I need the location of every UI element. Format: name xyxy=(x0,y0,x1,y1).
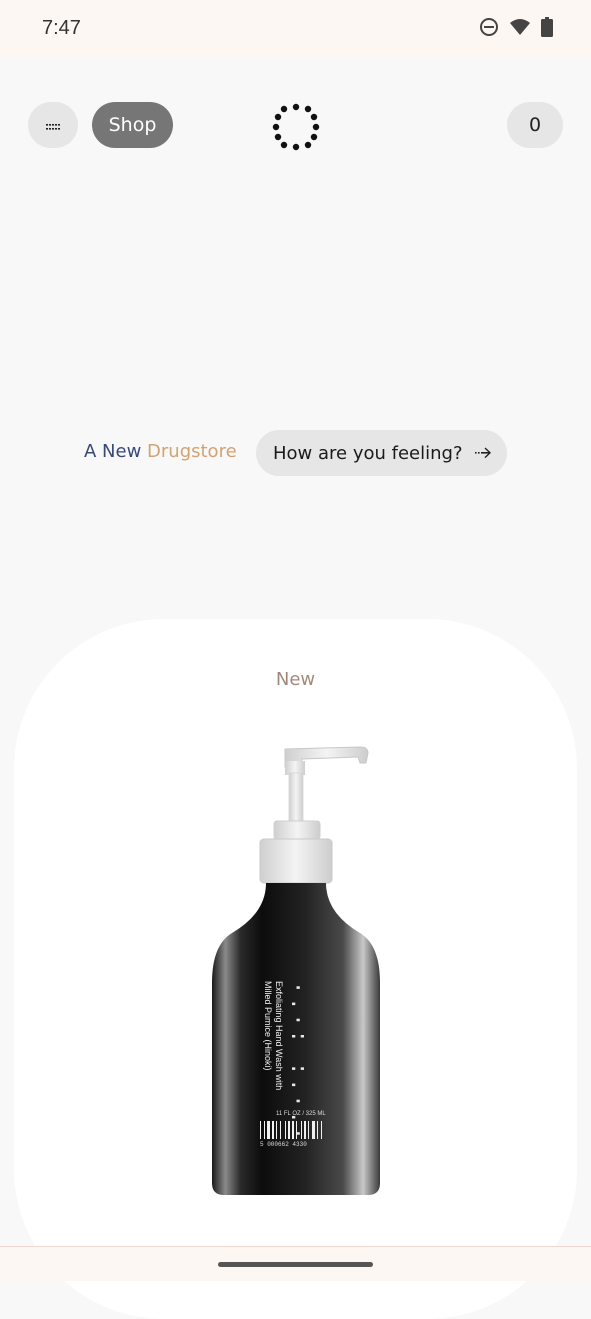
logo-dot xyxy=(274,113,282,121)
how-are-you-feeling-button[interactable]: How are you feeling? xyxy=(256,430,507,476)
tagline: A New Drugstore xyxy=(84,441,237,462)
logo-dot xyxy=(312,123,320,131)
logo-dot xyxy=(280,105,288,113)
product-image[interactable]: ·.·: :.·.· Exfoliating Hand Wash with Mi… xyxy=(210,743,380,1198)
product-label-line: Exfoliating Hand Wash with xyxy=(274,981,284,1090)
battery-icon xyxy=(541,17,553,41)
feeling-button-label: How are you feeling? xyxy=(273,442,463,464)
cart-count: 0 xyxy=(528,114,542,136)
logo-dot xyxy=(310,113,318,121)
product-card[interactable]: New ·.·::.·.· Exfoliating Hand Wash wit… xyxy=(14,619,577,1319)
tagline-part-2: Drugstore xyxy=(147,441,237,462)
logo-dot xyxy=(292,103,300,111)
new-badge: New xyxy=(14,669,577,690)
logo-dot xyxy=(310,133,318,141)
barcode-number: 5 000662 4330 xyxy=(260,1141,307,1148)
do-not-disturb-icon xyxy=(479,17,499,41)
arrow-right-icon xyxy=(475,445,492,466)
cart-button[interactable]: 0 xyxy=(507,102,563,148)
logo-dot xyxy=(304,141,312,149)
logo-dot xyxy=(272,123,280,131)
logo-dot xyxy=(274,133,282,141)
product-size: 11 FL OZ / 325 ML xyxy=(276,1111,326,1117)
status-time: 7:47 xyxy=(42,17,81,39)
shop-button[interactable]: Shop xyxy=(92,102,173,148)
logo-dot xyxy=(304,105,312,113)
logo-dot xyxy=(292,143,300,151)
bottom-nav-bar xyxy=(0,1246,591,1281)
tagline-part-1: A New xyxy=(84,441,148,462)
menu-icon xyxy=(46,116,60,135)
status-bar: 7:47 xyxy=(0,0,591,58)
svg-text:Milled Pumice (Hinoki): Milled Pumice (Hinoki) xyxy=(263,981,273,1071)
svg-text:·.·: :.·.·: ·.·: :.·.· xyxy=(285,981,310,1143)
dotted-ring-logo[interactable] xyxy=(272,103,320,151)
menu-button[interactable] xyxy=(28,102,78,148)
wifi-icon xyxy=(509,17,531,41)
logo-dot xyxy=(280,141,288,149)
status-icons xyxy=(479,17,553,41)
gesture-handle[interactable] xyxy=(218,1262,373,1267)
